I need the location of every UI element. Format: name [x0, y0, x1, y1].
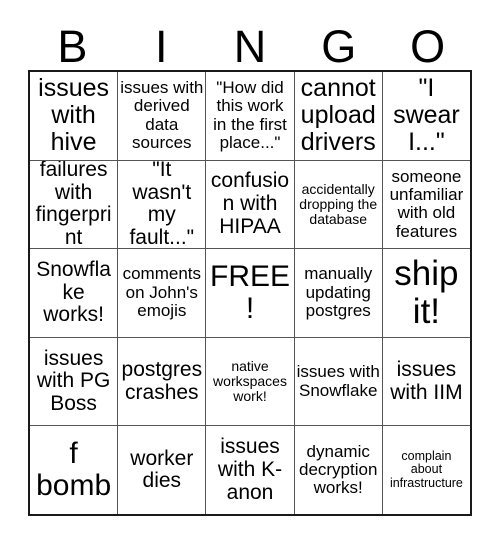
bingo-cell-text: confusion with HIPAA: [210, 169, 290, 238]
header-letter-n: N: [233, 21, 267, 72]
bingo-cell[interactable]: issues with Snowflake: [294, 337, 383, 426]
bingo-cell-text: issues with IIM: [390, 357, 463, 404]
bingo-cell[interactable]: complain about infrastructure: [382, 426, 471, 514]
bingo-cell[interactable]: cannot upload drivers: [294, 72, 383, 160]
bingo-row: issues with PG Boss postgres crashes nat…: [30, 337, 471, 427]
bingo-cell[interactable]: issues with PG Boss: [30, 337, 119, 426]
bingo-cell-text: comments on John's emojis: [122, 264, 202, 321]
bingo-cell[interactable]: issues with IIM: [382, 337, 471, 426]
bingo-cell-text: someone unfamiliar with old features: [389, 166, 464, 241]
bingo-cell-text: cannot upload drivers: [300, 74, 376, 157]
bingo-cell[interactable]: dynamic decryption works!: [294, 426, 383, 514]
bingo-cell-text: ship it!: [394, 254, 459, 331]
bingo-cell-text: dynamic decryption works!: [298, 441, 378, 498]
bingo-header: B I N G O: [28, 18, 472, 70]
bingo-cell-text: manually updating postgres: [304, 264, 373, 321]
header-letter-i: I: [154, 21, 168, 72]
bingo-cell[interactable]: f bomb: [30, 426, 119, 514]
bingo-cell-text: issues with derived data sources: [120, 78, 204, 153]
header-letter-b: B: [57, 21, 88, 72]
bingo-cell-text: native workspaces work!: [213, 357, 287, 405]
bingo-row: failures with fingerprint "It wasn't my …: [30, 160, 471, 250]
bingo-cell[interactable]: issues with K-anon: [206, 426, 295, 514]
header-letter-o: O: [410, 21, 446, 72]
bingo-row: f bomb worker dies issues with K-anon dy…: [30, 426, 471, 514]
bingo-cell[interactable]: native workspaces work!: [206, 337, 295, 426]
bingo-row: Snowflake works! comments on John's emoj…: [30, 249, 471, 338]
bingo-cell-text: accidentally dropping the database: [299, 180, 378, 227]
bingo-cell-text: f bomb: [36, 436, 112, 503]
bingo-cell-text: worker dies: [130, 446, 194, 493]
bingo-cell-text: issues with K-anon: [217, 435, 283, 504]
bingo-cell[interactable]: manually updating postgres: [294, 249, 383, 337]
bingo-row: issues with hive issues with derived dat…: [30, 72, 471, 161]
bingo-cell[interactable]: issues with hive: [30, 72, 119, 160]
bingo-cell[interactable]: confusion with HIPAA: [206, 160, 295, 249]
bingo-grid: issues with hive issues with derived dat…: [28, 70, 472, 516]
bingo-cell-text: issues with PG Boss: [36, 346, 111, 415]
bingo-cell[interactable]: someone unfamiliar with old features: [382, 160, 471, 249]
bingo-cell-text: failures with fingerprint: [35, 160, 112, 249]
bingo-cell[interactable]: "How did this work in the first place...…: [206, 72, 295, 160]
bingo-cell-text: complain about infrastructure: [389, 448, 463, 490]
bingo-cell[interactable]: issues with derived data sources: [118, 72, 207, 160]
bingo-cell[interactable]: comments on John's emojis: [118, 249, 207, 337]
bingo-cell-text: issues with Snowflake: [296, 362, 380, 400]
bingo-cell[interactable]: "I swear I...": [382, 72, 471, 160]
bingo-cell[interactable]: postgres crashes: [118, 337, 207, 426]
header-letter-g: G: [321, 21, 357, 72]
bingo-cell-text: Snowflake works!: [36, 257, 111, 327]
bingo-cell-text: "I swear I...": [393, 74, 460, 157]
bingo-cell-text: "How did this work in the first place...…: [213, 78, 287, 153]
bingo-cell[interactable]: worker dies: [118, 426, 207, 514]
bingo-cell-text: postgres crashes: [121, 357, 203, 404]
bingo-cell-free[interactable]: FREE!: [206, 249, 295, 337]
bingo-cell[interactable]: Snowflake works!: [30, 249, 119, 337]
bingo-cell-text: issues with hive: [38, 74, 110, 157]
bingo-cell[interactable]: ship it!: [382, 249, 471, 337]
bingo-cell[interactable]: failures with fingerprint: [30, 160, 119, 249]
bingo-cell-text: "It wasn't my fault...": [129, 160, 195, 249]
bingo-cell[interactable]: accidentally dropping the database: [294, 160, 383, 249]
bingo-card: B I N G O issues with hive issues with d…: [0, 0, 500, 544]
bingo-cell[interactable]: "It wasn't my fault...": [118, 160, 207, 249]
bingo-cell-text: FREE!: [210, 259, 291, 325]
